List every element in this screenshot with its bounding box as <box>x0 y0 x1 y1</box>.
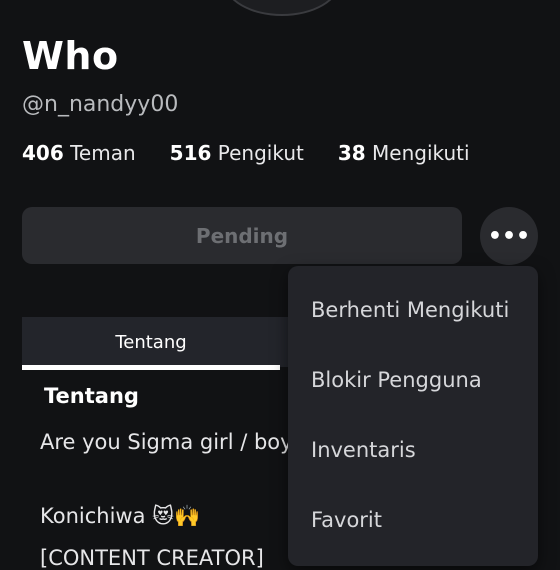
stat-followers[interactable]: 516 Pengikut <box>170 141 304 165</box>
stat-friends[interactable]: 406 Teman <box>22 141 136 165</box>
menu-item-favorites[interactable]: Favorit <box>311 508 382 532</box>
menu-item-inventory[interactable]: Inventaris <box>311 438 416 462</box>
tab-about[interactable]: Tentang <box>22 317 280 367</box>
pending-button[interactable]: Pending <box>22 207 462 264</box>
more-options-button[interactable]: ••• <box>480 207 538 265</box>
display-name: Who <box>22 34 119 78</box>
about-heading: Tentang <box>44 384 139 408</box>
stat-followers-count: 516 <box>169 141 212 165</box>
stat-friends-count: 406 <box>22 141 64 165</box>
menu-item-block-user[interactable]: Blokir Pengguna <box>311 368 482 392</box>
menu-item-unfollow[interactable]: Berhenti Mengikuti <box>311 298 509 322</box>
stat-following-label: Mengikuti <box>372 141 470 165</box>
stat-following[interactable]: 38 Mengikuti <box>338 141 470 165</box>
stat-following-count: 38 <box>337 141 366 165</box>
avatar[interactable] <box>224 0 340 16</box>
about-line: Are you Sigma girl / boy <box>40 430 293 454</box>
about-line: [CONTENT CREATOR] <box>40 546 264 570</box>
active-tab-indicator <box>22 365 280 370</box>
username: @n_nandyy00 <box>22 92 179 117</box>
stat-friends-label: Teman <box>70 141 136 165</box>
stat-followers-label: Pengikut <box>217 141 304 165</box>
more-icon: ••• <box>487 223 531 249</box>
about-line: Konichiwa 😻🙌 <box>40 504 201 528</box>
profile-stats: 406 Teman 516 Pengikut 38 Mengikuti <box>22 141 470 165</box>
options-dropdown-menu: Berhenti Mengikuti Blokir Pengguna Inven… <box>288 266 538 566</box>
